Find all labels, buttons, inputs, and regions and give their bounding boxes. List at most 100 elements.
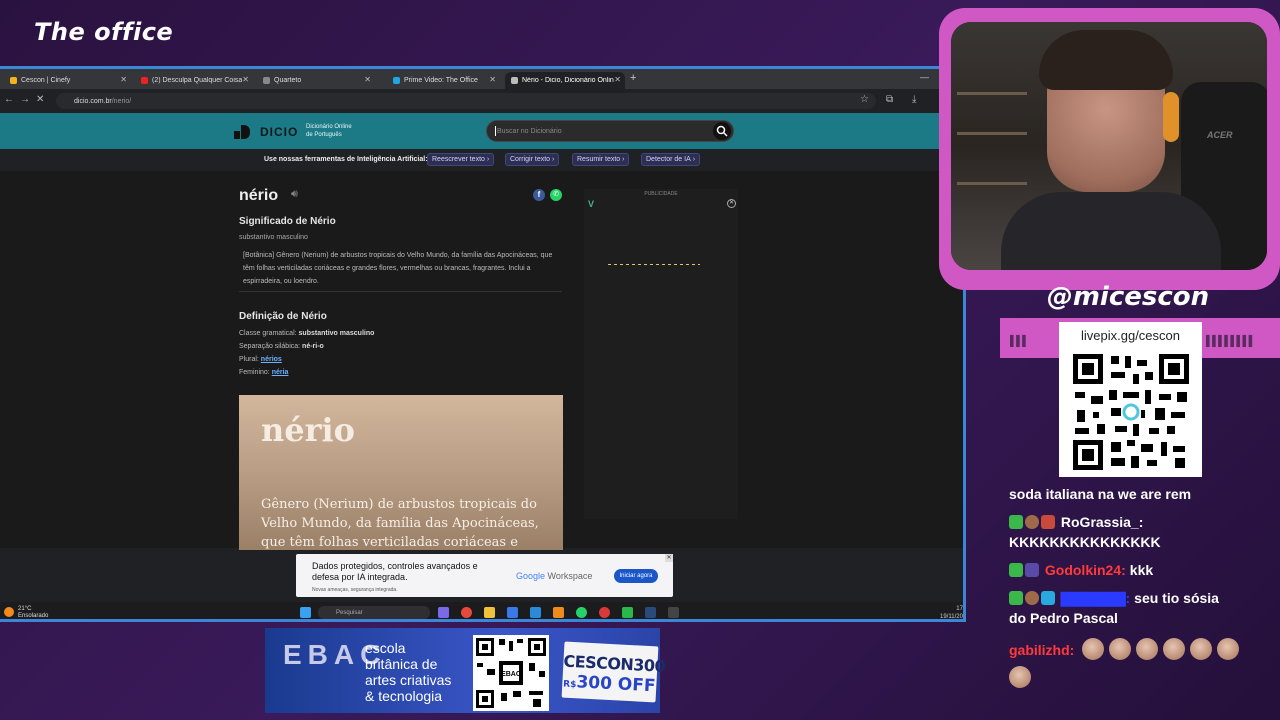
site-header: DICIO Dicionário Online de Português Busc… xyxy=(0,113,963,149)
steam-icon[interactable] xyxy=(645,607,656,618)
dictionary-search-input[interactable]: Buscar no Dicionário xyxy=(486,120,734,142)
windows-start-icon[interactable] xyxy=(300,607,311,618)
site-logo[interactable]: DICIO xyxy=(260,125,298,139)
coupon-badge: CESCON300 R$300 OFF xyxy=(561,641,666,703)
ad-brand-icon: V xyxy=(588,199,595,209)
site-tagline: Dicionário Online de Português xyxy=(306,124,352,138)
chair-brand: ACER xyxy=(1207,130,1233,140)
obs-icon[interactable] xyxy=(599,607,610,618)
tab-label: Quarteto xyxy=(274,77,302,84)
close-tab-icon[interactable]: ✕ xyxy=(242,75,249,84)
search-icon xyxy=(716,125,728,137)
ebac-tagline: escola britânica de artes criativas & tecno… xyxy=(365,640,452,704)
whatsapp-share-icon[interactable]: ✆ xyxy=(550,189,562,201)
back-icon[interactable]: ← xyxy=(4,94,14,105)
face-emote-icon xyxy=(1009,666,1031,688)
youtube-favicon-icon xyxy=(141,77,148,84)
ad-close-icon[interactable]: ✕ xyxy=(727,199,736,208)
chrome-icon[interactable] xyxy=(461,607,472,618)
entry-word: nério xyxy=(239,187,279,204)
grammar-class-line: Classe gramatical: substantivo masculino xyxy=(239,330,375,337)
dicio-logo-icon[interactable] xyxy=(234,123,254,139)
ai-tools-bar: Use nossas ferramentas de Inteligência A… xyxy=(0,149,963,171)
tab-label: Cescon | Cinefy xyxy=(21,77,71,84)
ad-label: PUBLICIDADE xyxy=(644,191,678,197)
tab-youtube[interactable]: (2) Desculpa Qualquer Coisa - Y ✕ xyxy=(135,72,253,89)
rewrite-text-button[interactable]: Reescrever texto › xyxy=(427,153,495,166)
correct-text-button[interactable]: Corrigir texto › xyxy=(505,153,560,166)
ebac-qr-code-icon: EBAC xyxy=(473,635,549,711)
forward-icon[interactable]: → xyxy=(20,94,30,105)
outlook-icon[interactable] xyxy=(530,607,541,618)
plural-link[interactable]: nérios xyxy=(261,356,282,363)
url-host: dicio.com.br xyxy=(74,97,112,105)
taskbar-clock[interactable]: 17 19/11/20 xyxy=(940,605,963,619)
close-tab-icon[interactable]: ✕ xyxy=(364,75,371,84)
qr-code-icon xyxy=(1071,352,1191,472)
sub-badge-icon xyxy=(1009,563,1023,577)
chat-message: ▇▇▇▇▇▇: seu tio sósia xyxy=(1009,588,1219,608)
cinefy-favicon-icon xyxy=(10,77,17,84)
taskbar-search[interactable]: Pesquisar xyxy=(318,606,430,619)
search-button[interactable] xyxy=(713,122,731,140)
cookie-badge-icon xyxy=(1025,515,1039,529)
stop-icon[interactable]: ✕ xyxy=(36,94,44,105)
tab-prime-video[interactable]: Prime Video: The Office ✕ xyxy=(387,72,500,89)
whatsapp-icon[interactable] xyxy=(576,607,587,618)
quarteto-favicon-icon xyxy=(263,77,270,84)
ai-detector-button[interactable]: Detector de IA › xyxy=(641,153,701,166)
tab-label: Nério - Dicio, Dicionário Online xyxy=(522,77,614,84)
url-path: /nerio/ xyxy=(111,97,132,105)
store-icon[interactable] xyxy=(507,607,518,618)
close-tab-icon[interactable]: ✕ xyxy=(489,75,496,84)
bookmark-star-icon[interactable]: ☆ xyxy=(860,94,869,105)
streamer-handle: @micescon xyxy=(1046,282,1210,312)
vlc-icon[interactable] xyxy=(553,607,564,618)
tab-bar: Cescon | Cinefy ✕ (2) Desculpa Qualquer … xyxy=(0,69,963,89)
side-ad[interactable]: PUBLICIDADE V ✕ xyxy=(584,189,738,519)
copilot-icon[interactable] xyxy=(438,607,449,618)
face-emote-icon xyxy=(1082,638,1105,660)
face-emote-icon xyxy=(1163,638,1186,660)
summarize-text-button[interactable]: Resumir texto › xyxy=(572,153,630,166)
chat-message xyxy=(1009,666,1036,688)
ad-graphic xyxy=(608,264,700,265)
definition-heading: Definição de Nério xyxy=(239,311,327,322)
xbox-icon[interactable] xyxy=(622,607,633,618)
face-emote-icon xyxy=(1109,638,1132,660)
close-tab-icon[interactable]: ✕ xyxy=(614,75,621,84)
chat-message: do Pedro Pascal xyxy=(1009,610,1118,626)
sponsor-banner: EBAC escola britânica de artes criativas & … xyxy=(265,628,666,713)
minimize-icon[interactable]: — xyxy=(920,72,929,82)
new-tab-icon[interactable]: + xyxy=(630,72,636,84)
close-tab-icon[interactable]: ✕ xyxy=(120,75,127,84)
facebook-share-icon[interactable]: f xyxy=(533,189,545,201)
svg-text:EBAC: EBAC xyxy=(501,671,521,678)
ad-close-icon[interactable]: ✕ xyxy=(665,554,673,562)
plural-line: Plural: nérios xyxy=(239,356,282,363)
tab-dicio[interactable]: Nério - Dicio, Dicionário Online ✕ xyxy=(505,72,625,89)
tab-quarteto[interactable]: Quarteto ✕ xyxy=(257,72,375,89)
gift-badge-icon xyxy=(1041,515,1055,529)
livepix-url: livepix.gg/cescon xyxy=(1081,328,1180,343)
meaning-heading: Significado de Nério xyxy=(239,216,336,227)
ai-tools-label: Use nossas ferramentas de Inteligência A… xyxy=(264,156,428,163)
feminine-link[interactable]: néria xyxy=(272,369,289,376)
chat-message: KKKKKKKKKKKKKKK xyxy=(1009,534,1161,550)
epic-games-icon[interactable] xyxy=(668,607,679,618)
bottom-ad-subtext: Novas ameaças, segurança integrada. xyxy=(312,587,398,593)
tab-cinefy[interactable]: Cescon | Cinefy ✕ xyxy=(4,72,131,89)
chat-message: gabilizhd: xyxy=(1009,638,1244,660)
speaker-icon[interactable]: 🔊︎ xyxy=(291,188,298,201)
extensions-icon[interactable]: ⧉ xyxy=(886,94,893,105)
bottom-ad-cta-button[interactable]: Iniciar agora xyxy=(614,569,658,583)
url-bar[interactable]: dicio.com.br/nerio/ xyxy=(56,93,876,109)
bits-badge-icon xyxy=(1025,563,1039,577)
syllable-line: Separação silábica: né-ri-o xyxy=(239,343,324,350)
file-explorer-icon[interactable] xyxy=(484,607,495,618)
word-image-card: nério Gênero (Nerium) de arbustos tropic… xyxy=(239,395,563,550)
bottom-ad[interactable]: Dados protegidos, controles avançados e … xyxy=(296,554,673,597)
download-icon[interactable]: ⤓ xyxy=(912,94,916,105)
divider xyxy=(239,291,562,292)
sub-badge-icon xyxy=(1009,515,1023,529)
